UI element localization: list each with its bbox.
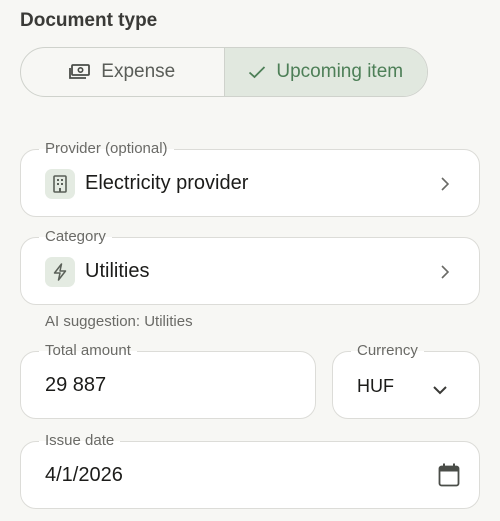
calendar-icon[interactable]: [438, 463, 460, 492]
issue-date-field[interactable]: Issue date 4/1/2026: [20, 432, 480, 509]
total-amount-label: Total amount: [39, 342, 137, 360]
segment-expense-label: Expense: [101, 61, 176, 82]
total-amount-value: 29 887: [45, 374, 107, 396]
category-field[interactable]: Category Utilities: [20, 228, 480, 305]
issue-date-label: Issue date: [39, 432, 121, 450]
document-type-segmented-control: Expense Upcoming item: [20, 47, 428, 97]
issue-date-value: 4/1/2026: [45, 464, 123, 486]
currency-value: HUF: [357, 376, 394, 396]
provider-value: Electricity provider: [85, 172, 249, 194]
check-icon: [248, 65, 266, 79]
category-field-label: Category: [39, 228, 112, 246]
money-icon: [69, 64, 91, 80]
total-amount-field[interactable]: Total amount 29 887: [20, 342, 316, 419]
segment-upcoming-item-label: Upcoming item: [276, 61, 404, 82]
category-value: Utilities: [85, 260, 150, 282]
currency-select[interactable]: Currency HUF: [332, 342, 480, 419]
building-icon: [45, 169, 75, 199]
section-title-document-type: Document type: [20, 10, 158, 31]
ai-suggestion-hint: AI suggestion: Utilities: [45, 313, 193, 330]
provider-field[interactable]: Provider (optional) Electricity provider: [20, 140, 480, 217]
currency-label: Currency: [351, 342, 424, 360]
segment-expense[interactable]: Expense: [21, 48, 224, 96]
chevron-right-icon: [441, 265, 450, 284]
chevron-right-icon: [441, 177, 450, 196]
chevron-down-icon: [433, 382, 447, 400]
segment-upcoming-item[interactable]: Upcoming item: [223, 48, 427, 96]
lightning-icon: [45, 257, 75, 287]
provider-field-label: Provider (optional): [39, 140, 174, 158]
